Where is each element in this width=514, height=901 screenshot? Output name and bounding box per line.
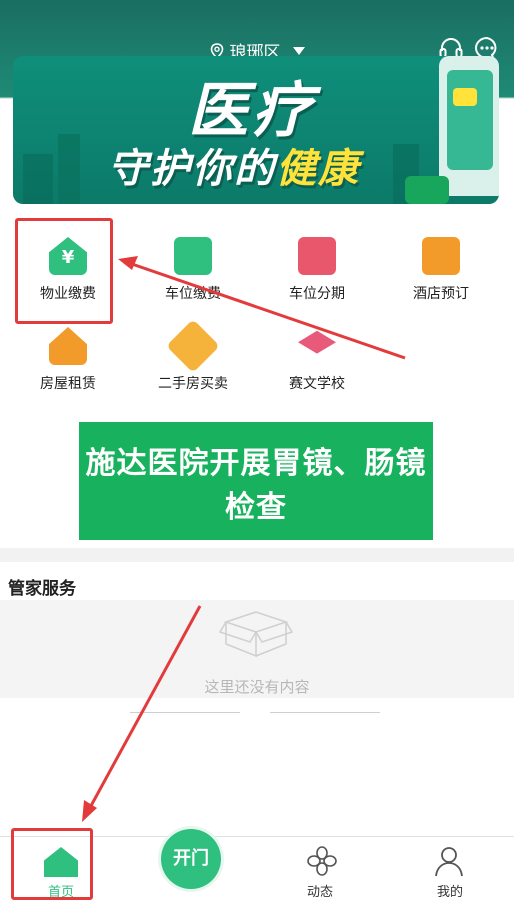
tab-dynamic-label: 动态 — [306, 885, 333, 900]
service-hotel-booking[interactable]: 酒店预订 — [391, 225, 491, 315]
service-label: 赛文学校 — [289, 376, 345, 392]
service-parking-installment[interactable]: 车位分期 — [267, 225, 367, 315]
service-house-rent[interactable]: 房屋租赁 — [18, 315, 118, 405]
banner-subtitle: 守护你的健康 — [108, 136, 360, 194]
chat-bubble-graphic — [453, 88, 477, 106]
house-rent-icon — [49, 327, 87, 365]
caret-down-icon — [292, 46, 305, 55]
service-label: 二手房买卖 — [158, 376, 228, 392]
phone-screen — [447, 70, 493, 170]
clover-icon — [307, 846, 337, 876]
separator-right — [270, 712, 380, 713]
banner-subtitle-a: 守护你的 — [108, 146, 276, 192]
section-divider — [0, 548, 514, 562]
school-icon — [298, 330, 336, 354]
hospital-ad-banner[interactable]: 施达医院开展胃镜、肠镜检查 联系电话：3611999 — [79, 422, 433, 572]
service-label: 房屋租赁 — [40, 376, 96, 392]
second-hand-house-icon — [166, 319, 220, 373]
service-label: 车位分期 — [289, 286, 345, 302]
service-school[interactable]: 赛文学校 — [267, 315, 367, 405]
banner-subtitle-b: 健康 — [276, 146, 360, 192]
phone-illustration — [439, 56, 499, 196]
steward-section-title: 管家服务 — [8, 579, 76, 599]
ad-line-1: 施达医院开展胃镜、肠镜检查 — [85, 446, 427, 525]
parking-installment-icon — [298, 237, 336, 275]
highlight-box-home-tab — [11, 828, 93, 900]
service-second-hand-house[interactable]: 二手房买卖 — [143, 315, 243, 405]
user-icon — [435, 847, 463, 877]
arrow-head-2 — [82, 800, 97, 822]
hotel-booking-icon — [422, 237, 460, 275]
highlight-box-property-fee — [15, 218, 113, 324]
medical-case-graphic — [405, 176, 449, 204]
open-door-button[interactable]: 开门 — [161, 829, 221, 889]
empty-box-icon — [218, 611, 294, 658]
separator-left — [130, 712, 240, 713]
service-label: 酒店预订 — [413, 286, 469, 302]
parking-fee-icon — [174, 237, 212, 275]
service-label: 车位缴费 — [165, 286, 221, 302]
tab-me-label: 我的 — [436, 885, 463, 900]
empty-state-text: 这里还没有内容 — [204, 678, 310, 696]
service-parking-fee[interactable]: 车位缴费 — [143, 225, 243, 315]
arrow-head-1 — [118, 256, 138, 270]
promo-banner[interactable]: 医疗 守护你的健康 — [13, 56, 499, 204]
